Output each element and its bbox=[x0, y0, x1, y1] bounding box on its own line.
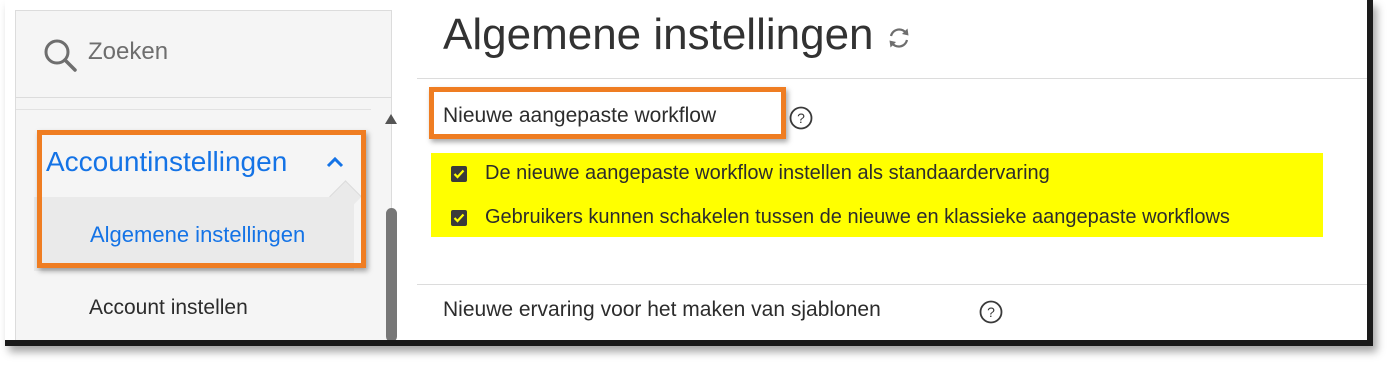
divider bbox=[417, 284, 1367, 285]
option-allow-switch[interactable]: Gebruikers kunnen schakelen tussen de ni… bbox=[451, 206, 1230, 229]
option-label: De nieuwe aangepaste workflow instellen … bbox=[485, 162, 1050, 184]
scrollbar-thumb[interactable] bbox=[386, 208, 397, 340]
checkbox-checked-icon[interactable] bbox=[451, 209, 467, 226]
sidebar: Zoeken Accountinstellingen Algemene inst… bbox=[15, 10, 397, 340]
divider bbox=[16, 109, 371, 110]
search-input[interactable]: Zoeken bbox=[88, 38, 168, 66]
scroll-up-icon[interactable] bbox=[385, 114, 397, 124]
option-set-default[interactable]: De nieuwe aangepaste workflow instellen … bbox=[451, 162, 1050, 185]
refresh-icon[interactable] bbox=[886, 25, 912, 51]
callout-box-heading bbox=[429, 87, 786, 139]
screenshot-frame: Zoeken Accountinstellingen Algemene inst… bbox=[5, 0, 1373, 346]
search-icon bbox=[44, 39, 77, 72]
divider bbox=[417, 78, 1367, 79]
section-heading-template-creation: Nieuwe ervaring voor het maken van sjabl… bbox=[443, 298, 881, 321]
svg-text:?: ? bbox=[797, 110, 805, 126]
page-title: Algemene instellingen bbox=[443, 10, 912, 60]
page-title-text: Algemene instellingen bbox=[443, 10, 874, 59]
help-icon[interactable]: ? bbox=[789, 106, 813, 130]
callout-box-sidebar bbox=[37, 130, 366, 268]
help-icon[interactable]: ? bbox=[979, 300, 1003, 324]
sidebar-item-account-setup[interactable]: Account instellen bbox=[89, 296, 248, 320]
search-box[interactable]: Zoeken bbox=[16, 11, 391, 98]
checkbox-checked-icon[interactable] bbox=[451, 165, 467, 182]
option-label: Gebruikers kunnen schakelen tussen de ni… bbox=[485, 206, 1230, 228]
svg-text:?: ? bbox=[987, 304, 995, 320]
